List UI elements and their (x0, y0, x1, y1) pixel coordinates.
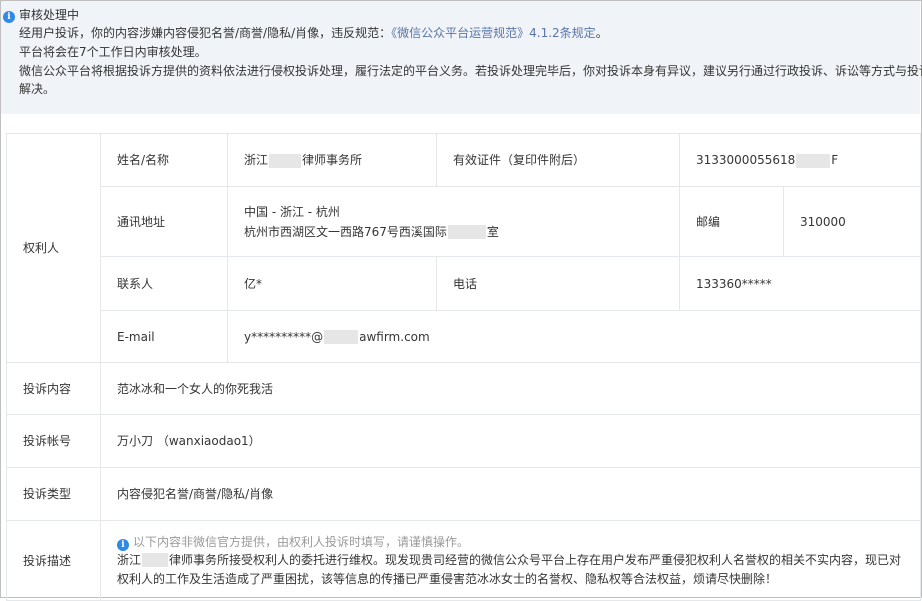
complaint-content-label: 投诉内容 (6, 362, 101, 415)
email-label: E-mail (100, 310, 228, 363)
address-line-2-prefix: 杭州市西湖区文一西路767号西溪国际 (244, 224, 447, 239)
address-line-1: 中国 - 浙江 - 杭州 (244, 204, 340, 219)
redacted-block (269, 153, 302, 168)
notice-line-3: 微信公众平台将根据投诉方提供的资料依法进行侵权投诉处理，履行法定的平台义务。若投… (19, 64, 922, 78)
name-value: 浙江 律师事务所 (227, 133, 437, 187)
complaint-type-label: 投诉类型 (6, 467, 101, 521)
notice-title: 审核处理中 (19, 8, 80, 22)
desc-tip: i 以下内容非微信官方提供，由权利人投诉时填写，请谨慎操作。 (117, 533, 910, 551)
phone-value: 133360***** (678, 256, 922, 311)
rights-holder-label: 权利人 (6, 133, 101, 363)
review-notice: i 审核处理中 经用户投诉，你的内容涉嫌内容侵犯名誉/商誉/隐私/肖像，违反规范… (1, 1, 922, 114)
cert-value: 3133000055618 F (678, 133, 922, 187)
info-icon: i (3, 11, 15, 23)
cert-label: 有效证件（复印件附后） (436, 133, 680, 187)
table-row: 联系人 亿* 电话 133360***** (7, 256, 922, 311)
redacted-block (142, 553, 169, 567)
address-label: 通讯地址 (100, 186, 228, 257)
address-line-2-suffix: 室 (486, 224, 499, 239)
address-value: 中国 - 浙江 - 杭州 杭州市西湖区文一西路767号西溪国际 室 (227, 186, 680, 257)
table-row: 投诉类型 内容侵犯名誉/商誉/隐私/肖像 (6, 467, 922, 521)
desc-body: 律师事务所接受权利人的委托进行维权。现发现贵司经营的微信公众号平台上存在用户发布… (117, 552, 902, 586)
table-row: E-mail y**********@ awfirm.com (7, 310, 922, 363)
complaint-desc-value: i 以下内容非微信官方提供，由权利人投诉时填写，请谨慎操作。 浙江 律师事务所接受权… (99, 520, 922, 601)
desc-prefix: 浙江 (117, 552, 142, 567)
cert-prefix: 3133000055618 (696, 153, 796, 167)
notice-line-1-end: 。 (595, 26, 608, 40)
email-suffix: awfirm.com (359, 329, 430, 344)
notice-line-1: 经用户投诉，你的内容涉嫌内容侵犯名誉/商誉/隐私/肖像，违反规范：《微信公众平台… (19, 24, 608, 42)
complaint-details-table: 权利人 姓名/名称 浙江 律师事务所 有效证件（复印件附后） 3133000055… (6, 133, 922, 601)
regulation-link[interactable]: 《微信公众平台运营规范》4.1.2条规定 (391, 26, 596, 40)
table-row: 通讯地址 中国 - 浙江 - 杭州 杭州市西湖区文一西路767号西溪国际 室 邮编… (7, 186, 922, 257)
address-line-2: 杭州市西湖区文一西路767号西溪国际 室 (244, 222, 679, 242)
email-prefix: y**********@ (244, 329, 324, 344)
redacted-block (447, 225, 486, 239)
cert-suffix: F (831, 153, 839, 167)
redacted-block (324, 330, 359, 344)
email-value: y**********@ awfirm.com (226, 310, 922, 363)
table-row: 投诉描述 i 以下内容非微信官方提供，由权利人投诉时填写，请谨慎操作。 浙江 律师事… (6, 520, 922, 601)
name-label: 姓名/名称 (100, 133, 228, 187)
contact-value: 亿* (227, 256, 437, 311)
table-row: 投诉帐号 万小刀 （wanxiaodao1） (6, 414, 922, 468)
notice-line-1-text: 经用户投诉，你的内容涉嫌内容侵犯名誉/商誉/隐私/肖像，违反规范： (19, 26, 392, 40)
redacted-block (796, 153, 831, 168)
complaint-account-label: 投诉帐号 (6, 414, 101, 468)
name-prefix: 浙江 (244, 153, 269, 167)
postcode-label: 邮编 (679, 186, 784, 257)
notice-line-4: 解决。 (19, 82, 56, 96)
contact-label: 联系人 (100, 256, 228, 311)
desc-tip-text: 以下内容非微信官方提供，由权利人投诉时填写，请谨慎操作。 (133, 534, 470, 549)
table-row: 投诉内容 范冰冰和一个女人的你死我活 (6, 362, 922, 415)
complaint-desc-label: 投诉描述 (6, 520, 101, 601)
table-row: 权利人 姓名/名称 浙江 律师事务所 有效证件（复印件附后） 3133000055… (6, 133, 922, 363)
complaint-content-value: 范冰冰和一个女人的你死我活 (99, 362, 922, 415)
info-icon: i (117, 538, 129, 551)
name-suffix: 律师事务所 (302, 153, 363, 167)
complaint-account-value: 万小刀 （wanxiaodao1） (99, 414, 922, 468)
postcode-value: 310000 (782, 186, 922, 257)
complaint-type-value: 内容侵犯名誉/商誉/隐私/肖像 (99, 467, 922, 521)
notice-line-2: 平台将会在7个工作日内审核处理。 (19, 45, 207, 59)
phone-label: 电话 (436, 256, 680, 311)
desc-text: 浙江 律师事务所接受权利人的委托进行维权。现发现贵司经营的微信公众号平台上存在用户… (117, 551, 910, 589)
